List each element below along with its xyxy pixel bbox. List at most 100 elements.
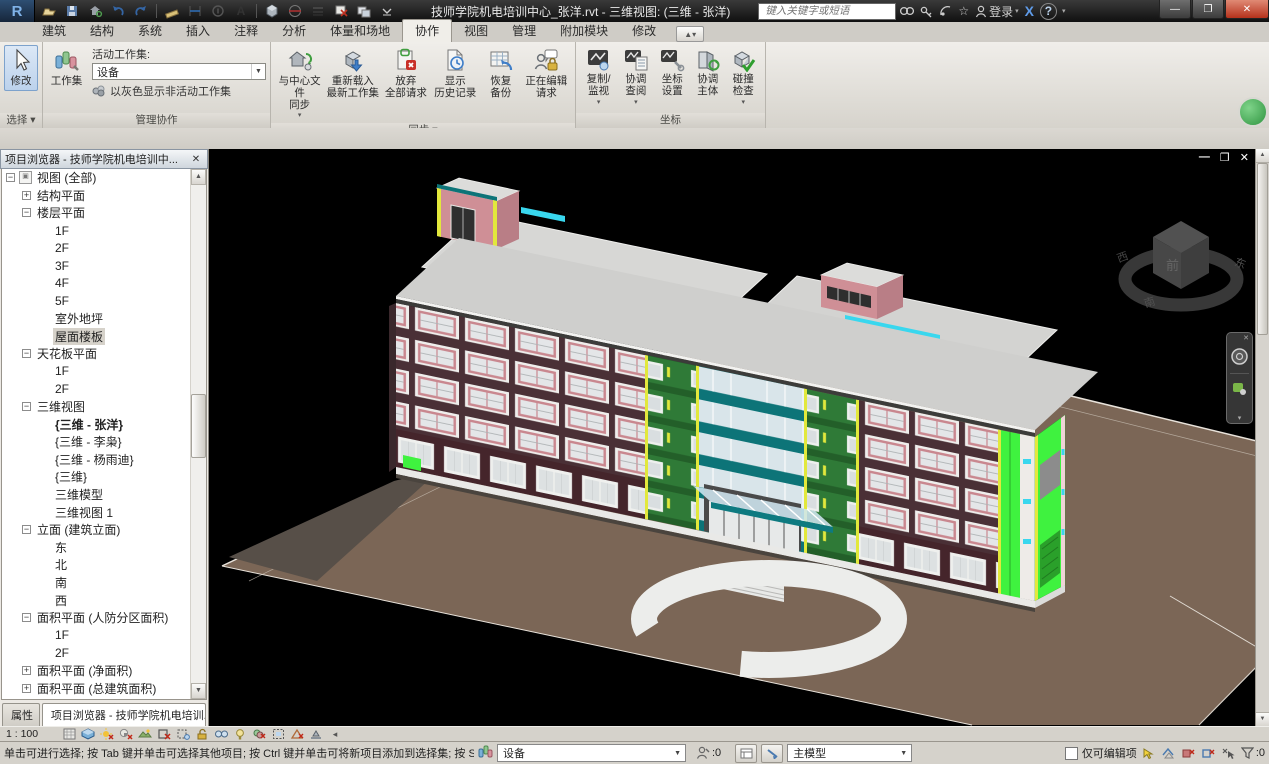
unlocked-3d-view-icon[interactable]: [194, 728, 210, 741]
favorites-star-icon[interactable]: ☆: [958, 4, 969, 18]
minimize-button[interactable]: —: [1159, 0, 1191, 19]
dropdown-caret-icon[interactable]: ▼: [251, 64, 265, 79]
relinquish-status-button[interactable]: [761, 744, 783, 763]
editing-requests-button[interactable]: 正在编辑 请求: [522, 45, 571, 103]
tab-annotate[interactable]: 注释: [222, 20, 270, 42]
visual-style-icon[interactable]: [80, 728, 96, 741]
dropdown-caret-icon[interactable]: ▼: [670, 750, 685, 757]
tree-item[interactable]: 天花板平面: [2, 345, 206, 363]
temporary-hide-isolate-icon[interactable]: [213, 728, 229, 741]
text-icon[interactable]: A: [231, 2, 251, 20]
worksets-button[interactable]: 工作集: [47, 45, 86, 91]
gray-inactive-worksets-toggle[interactable]: 以灰色显示非活动工作集: [92, 83, 266, 99]
canvas-scroll-up-icon[interactable]: ▲: [1256, 149, 1269, 163]
thin-lines-icon[interactable]: [308, 2, 328, 20]
coordination-review-button[interactable]: 协调 查阅: [617, 45, 654, 109]
tab-insert[interactable]: 插入: [174, 20, 222, 42]
tree-item[interactable]: 4F: [2, 275, 206, 293]
sync-with-central-icon[interactable]: [85, 2, 105, 20]
reveal-hidden-elements-icon[interactable]: [232, 728, 248, 741]
help-caret-icon[interactable]: ▾: [1062, 7, 1066, 15]
expander-icon[interactable]: [6, 173, 15, 182]
expander-icon[interactable]: [22, 402, 31, 411]
sync-with-central-button[interactable]: 与中心文件 同步: [275, 45, 324, 123]
view-close-icon[interactable]: ✕: [1240, 151, 1249, 164]
sign-in[interactable]: 登录 ▾: [975, 3, 1019, 20]
crop-view-off-icon[interactable]: [156, 728, 172, 741]
view-restore-icon[interactable]: ❐: [1220, 151, 1230, 164]
active-workset-dropdown[interactable]: 设备 ▼: [92, 63, 266, 80]
vcb-collapse-icon[interactable]: ◂: [327, 728, 343, 741]
editable-only-checkbox[interactable]: [1065, 747, 1078, 760]
show-history-button[interactable]: 显示 历史记录: [431, 45, 480, 103]
tree-item[interactable]: {三维 - 李枭}: [2, 433, 206, 451]
exchange-apps-icon[interactable]: X: [1025, 3, 1034, 19]
tree-item[interactable]: 结构平面: [2, 187, 206, 205]
tree-item-selected[interactable]: 屋面楼板: [2, 327, 206, 345]
tab-manage[interactable]: 管理: [500, 20, 548, 42]
tab-modify[interactable]: 修改: [620, 20, 668, 42]
tree-item[interactable]: 面积平面 (人防分区面积): [2, 609, 206, 627]
expander-icon[interactable]: [22, 349, 31, 358]
tree-item[interactable]: 三维视图 1: [2, 503, 206, 521]
expander-icon[interactable]: [22, 666, 31, 675]
project-browser-titlebar[interactable]: 项目浏览器 - 技师学院机电培训中... ✕: [0, 149, 208, 169]
dropdown-caret-icon[interactable]: ▼: [896, 750, 911, 757]
tree-item[interactable]: 面积平面 (总建筑面积): [2, 679, 206, 697]
canvas-vertical-scrollbar[interactable]: ▲ ▼: [1255, 149, 1269, 726]
copy-monitor-button[interactable]: 复制/ 监视: [580, 45, 617, 109]
active-workset-status-dropdown[interactable]: 设备 ▼: [497, 744, 686, 762]
tree-item[interactable]: 三维视图: [2, 398, 206, 416]
scrollbar-thumb[interactable]: [191, 394, 206, 458]
tree-item[interactable]: 3F: [2, 257, 206, 275]
tree-scrollbar[interactable]: ▲ ▼: [190, 169, 206, 699]
subscription-key-icon[interactable]: [920, 5, 933, 18]
tree-item[interactable]: 2F: [2, 239, 206, 257]
tree-item[interactable]: 2F: [2, 644, 206, 662]
scroll-up-icon[interactable]: ▲: [191, 169, 206, 185]
sun-path-off-icon[interactable]: [99, 728, 115, 741]
tab-massing-site[interactable]: 体量和场地: [318, 20, 402, 42]
project-browser-tree[interactable]: ▣视图 (全部) 结构平面 楼层平面 1F 2F 3F 4F 5F 室外地坪 屋…: [1, 169, 207, 700]
tree-item[interactable]: {三维}: [2, 468, 206, 486]
tab-collaborate[interactable]: 协作: [402, 19, 452, 42]
tab-analyze[interactable]: 分析: [270, 20, 318, 42]
tree-item[interactable]: 三维模型: [2, 486, 206, 504]
select-multiple-icon[interactable]: [1221, 747, 1237, 760]
tree-item[interactable]: 1F: [2, 626, 206, 644]
sign-in-caret-icon[interactable]: ▾: [1015, 7, 1019, 15]
ribbon-collapse-button[interactable]: ▲▾: [676, 26, 704, 42]
tree-item-current-view[interactable]: {三维 - 张洋}: [2, 415, 206, 433]
interference-check-button[interactable]: 碰撞 检查: [726, 45, 762, 109]
relinquish-all-button[interactable]: 放弃 全部请求: [381, 45, 430, 103]
tab-properties[interactable]: 属性: [2, 703, 40, 726]
expander-icon[interactable]: [22, 191, 31, 200]
scroll-down-icon[interactable]: ▼: [191, 683, 206, 699]
section-icon[interactable]: [285, 2, 305, 20]
expander-icon[interactable]: [22, 208, 31, 217]
revit-logo[interactable]: R: [0, 0, 35, 22]
highlight-displacement-icon[interactable]: [308, 728, 324, 741]
expander-icon[interactable]: [22, 613, 31, 622]
rendering-dialog-icon[interactable]: [137, 728, 153, 741]
editing-requests-status[interactable]: :0: [696, 746, 721, 760]
steering-wheel-icon[interactable]: [1230, 347, 1249, 369]
select-panel-label[interactable]: 选择 ▾: [0, 113, 42, 128]
tab-project-browser[interactable]: 项目浏览器 - 技师学院机电培训...: [42, 703, 206, 726]
tree-item[interactable]: 立面 (建筑立面): [2, 521, 206, 539]
close-hidden-windows-icon[interactable]: [331, 2, 351, 20]
tree-item[interactable]: 西: [2, 591, 206, 609]
tab-view[interactable]: 视图: [452, 20, 500, 42]
tree-item[interactable]: 5F: [2, 292, 206, 310]
close-button[interactable]: ✕: [1225, 0, 1269, 19]
redo-icon[interactable]: [131, 2, 151, 20]
tab-addins[interactable]: 附加模块: [548, 20, 620, 42]
expander-icon[interactable]: [22, 684, 31, 693]
search-input[interactable]: [763, 4, 891, 18]
press-drag-icon[interactable]: [1141, 747, 1157, 760]
design-option-dropdown[interactable]: 主模型 ▼: [787, 744, 912, 762]
tree-item-views-root[interactable]: ▣视图 (全部): [2, 169, 206, 187]
qat-customize-icon[interactable]: [377, 2, 397, 20]
canvas-scroll-down-icon[interactable]: ▼: [1256, 712, 1269, 726]
measure-icon[interactable]: [162, 2, 182, 20]
